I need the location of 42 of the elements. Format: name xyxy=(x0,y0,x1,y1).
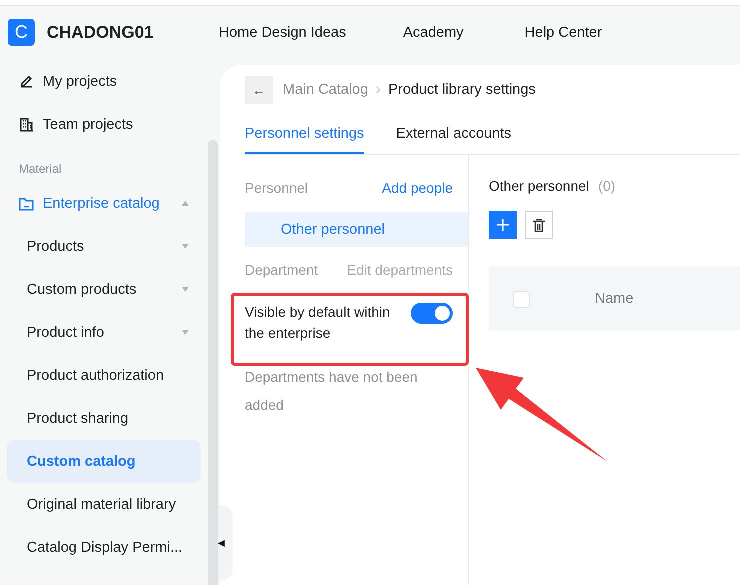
pen-icon xyxy=(19,74,34,89)
select-all-checkbox[interactable] xyxy=(513,290,530,308)
building-icon xyxy=(19,117,34,132)
sidebar-item[interactable]: Product sharing xyxy=(7,397,201,440)
sidebar-item[interactable]: My projects xyxy=(43,74,201,90)
member-count: (0) xyxy=(598,178,616,194)
nav-link[interactable]: Home Design Ideas xyxy=(219,24,346,40)
sidebar-toggle[interactable]: ◀ xyxy=(218,505,233,581)
plus-icon xyxy=(497,219,509,231)
sidebar-item[interactable]: Products xyxy=(7,225,201,268)
column-header: Name xyxy=(595,291,634,307)
add-people-link[interactable]: Add people xyxy=(382,180,453,196)
add-button[interactable] xyxy=(489,211,517,239)
sidebar-item[interactable]: Custom products xyxy=(7,268,201,311)
sidebar-item[interactable]: Product authorization xyxy=(7,354,201,397)
section-label: Material xyxy=(18,161,63,178)
brand-name: CHADONG01 xyxy=(47,22,155,42)
trash-icon xyxy=(533,218,545,232)
visibility-toggle[interactable] xyxy=(411,303,453,324)
edit-departments-link: Edit departments xyxy=(347,262,453,278)
nav-link[interactable]: Help Center xyxy=(524,24,602,40)
sidebar-item[interactable]: Team projects xyxy=(43,116,201,132)
sidebar-item[interactable]: Product info xyxy=(7,311,201,354)
visibility-label: Visible by default within the enterprise xyxy=(245,303,392,343)
sidebar-item[interactable]: Custom catalog xyxy=(7,440,201,483)
tab[interactable]: Personnel settings xyxy=(245,126,364,154)
logo: C xyxy=(8,19,35,46)
tab[interactable]: External accounts xyxy=(396,126,512,154)
sidebar-item[interactable]: Catalog Display Permi... xyxy=(7,526,201,569)
group-item[interactable]: Other personnel xyxy=(245,212,468,247)
nav-link[interactable]: Academy xyxy=(403,24,464,40)
breadcrumb-current: Product library settings xyxy=(388,82,536,98)
sidebar-group[interactable]: Enterprise catalog xyxy=(43,196,182,212)
delete-button[interactable] xyxy=(525,211,553,239)
members-title: Other personnel xyxy=(489,178,590,194)
section-label: Department xyxy=(245,262,318,278)
folder-icon xyxy=(19,196,34,210)
sidebar-item[interactable]: Original material library xyxy=(7,483,201,526)
back-button[interactable]: ← xyxy=(245,76,273,104)
section-label: Personnel xyxy=(245,180,308,196)
empty-note: Departments have not been added xyxy=(245,368,419,415)
chevron-icon xyxy=(376,86,382,94)
